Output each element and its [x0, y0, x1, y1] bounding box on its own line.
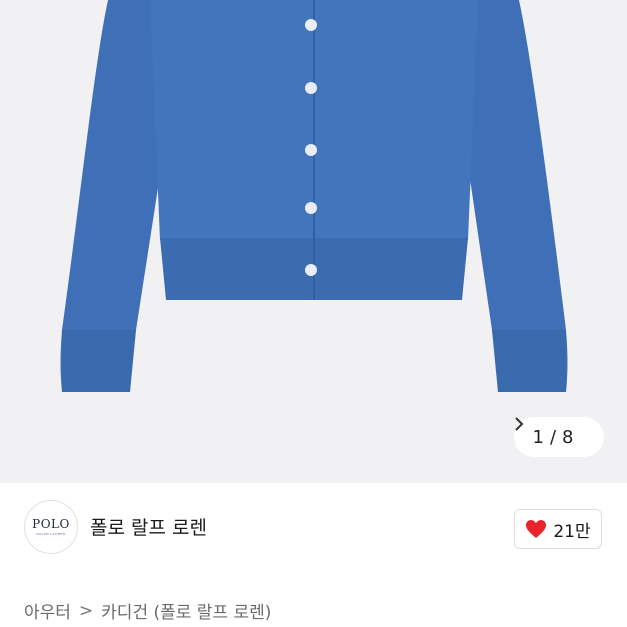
- heart-icon: [525, 519, 547, 539]
- product-image: [60, 0, 568, 392]
- breadcrumb-separator: >: [78, 600, 94, 621]
- brand-name-link[interactable]: 폴로 랄프 로렌: [90, 513, 207, 540]
- breadcrumb-item-subcategory[interactable]: 카디건 (폴로 랄프 로렌): [101, 598, 271, 623]
- page-separator: /: [549, 426, 557, 448]
- product-image-gallery[interactable]: 1 / 8: [0, 0, 627, 483]
- page-current: 1: [532, 426, 544, 448]
- brand-logo[interactable]: POLO RALPH LAUREN: [24, 500, 78, 554]
- page-total: 8: [562, 426, 574, 448]
- like-button[interactable]: 21만: [514, 509, 602, 549]
- breadcrumb: 아우터 > 카디건 (폴로 랄프 로렌): [24, 598, 271, 624]
- brand-logo-text: POLO: [32, 517, 70, 531]
- like-count: 21만: [553, 521, 591, 542]
- image-page-counter[interactable]: 1 / 8: [514, 417, 604, 457]
- breadcrumb-item-category[interactable]: 아우터: [24, 598, 71, 623]
- brand-logo-subtext: RALPH LAUREN: [36, 532, 66, 536]
